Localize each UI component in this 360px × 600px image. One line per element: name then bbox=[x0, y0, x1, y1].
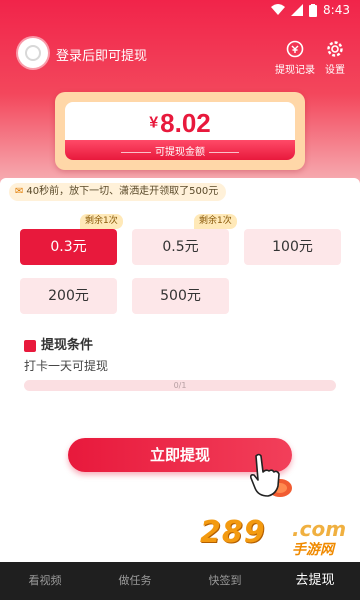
tab-check-in[interactable]: 快签到 bbox=[180, 562, 270, 600]
withdraw-record-label: 提现记录 bbox=[275, 65, 315, 76]
pointing-hand-icon bbox=[250, 453, 292, 497]
balance-label-band: 可提现金额 bbox=[65, 140, 295, 160]
calendar-icon bbox=[24, 339, 36, 352]
watermark-logo: 289 .com 手游网 bbox=[200, 515, 350, 561]
amount-option-200[interactable]: 200元 bbox=[20, 278, 117, 314]
settings-label: 设置 bbox=[325, 65, 345, 76]
wifi-icon bbox=[271, 4, 286, 15]
remaining-badge: 剩余1次 bbox=[194, 214, 237, 229]
status-time: 8:43 bbox=[323, 3, 350, 17]
amount-option-100[interactable]: 100元 bbox=[244, 229, 341, 265]
condition-title-text: 提现条件 bbox=[41, 338, 94, 353]
amount-option-0.5[interactable]: 0.5元 bbox=[132, 229, 229, 265]
watermark-subtitle: 手游网 bbox=[292, 542, 334, 558]
bottom-tab-bar: 看视频 做任务 快签到 去提现 bbox=[0, 562, 360, 600]
balance-value: 8.02 bbox=[160, 108, 211, 138]
tab-withdraw[interactable]: 去提现 bbox=[270, 562, 360, 600]
currency-symbol: ¥ bbox=[149, 114, 159, 132]
battery-icon bbox=[309, 3, 318, 17]
notice-text: 40秒前，放下一切、潇洒走开领取了500元 bbox=[26, 186, 219, 197]
tab-watch-video[interactable]: 看视频 bbox=[0, 562, 90, 600]
withdraw-record-button[interactable]: 提现记录 bbox=[273, 40, 317, 76]
withdraw-record-icon bbox=[286, 40, 304, 58]
condition-progress-text: 0/1 bbox=[173, 381, 187, 390]
signal-icon bbox=[291, 4, 304, 16]
watermark-suffix: .com bbox=[292, 517, 347, 541]
settings-button[interactable]: 设置 bbox=[313, 40, 357, 76]
gear-icon bbox=[327, 41, 343, 57]
amount-option-500[interactable]: 500元 bbox=[132, 278, 229, 314]
balance-card-inner: ¥8.02 可提现金额 bbox=[65, 102, 295, 160]
balance-card: ¥8.02 可提现金额 bbox=[55, 92, 305, 170]
login-prompt[interactable]: 登录后即可提现 bbox=[56, 45, 147, 64]
amount-option-0.3[interactable]: 0.3元 bbox=[20, 229, 117, 265]
condition-description: 打卡一天可提现 bbox=[24, 359, 109, 373]
watermark-number: 289 bbox=[200, 515, 266, 550]
megaphone-icon: ✉ bbox=[15, 186, 24, 197]
condition-title: 提现条件 bbox=[24, 334, 93, 353]
balance-label: 可提现金额 bbox=[65, 143, 295, 158]
tab-do-tasks[interactable]: 做任务 bbox=[90, 562, 180, 600]
remaining-badge: 剩余1次 bbox=[80, 214, 123, 229]
balance-amount: ¥8.02 bbox=[65, 108, 295, 139]
notice-banner: ✉ 40秒前，放下一切、潇洒走开领取了500元 bbox=[9, 183, 227, 201]
avatar[interactable] bbox=[18, 38, 48, 68]
status-bar: 8:43 bbox=[0, 0, 360, 20]
